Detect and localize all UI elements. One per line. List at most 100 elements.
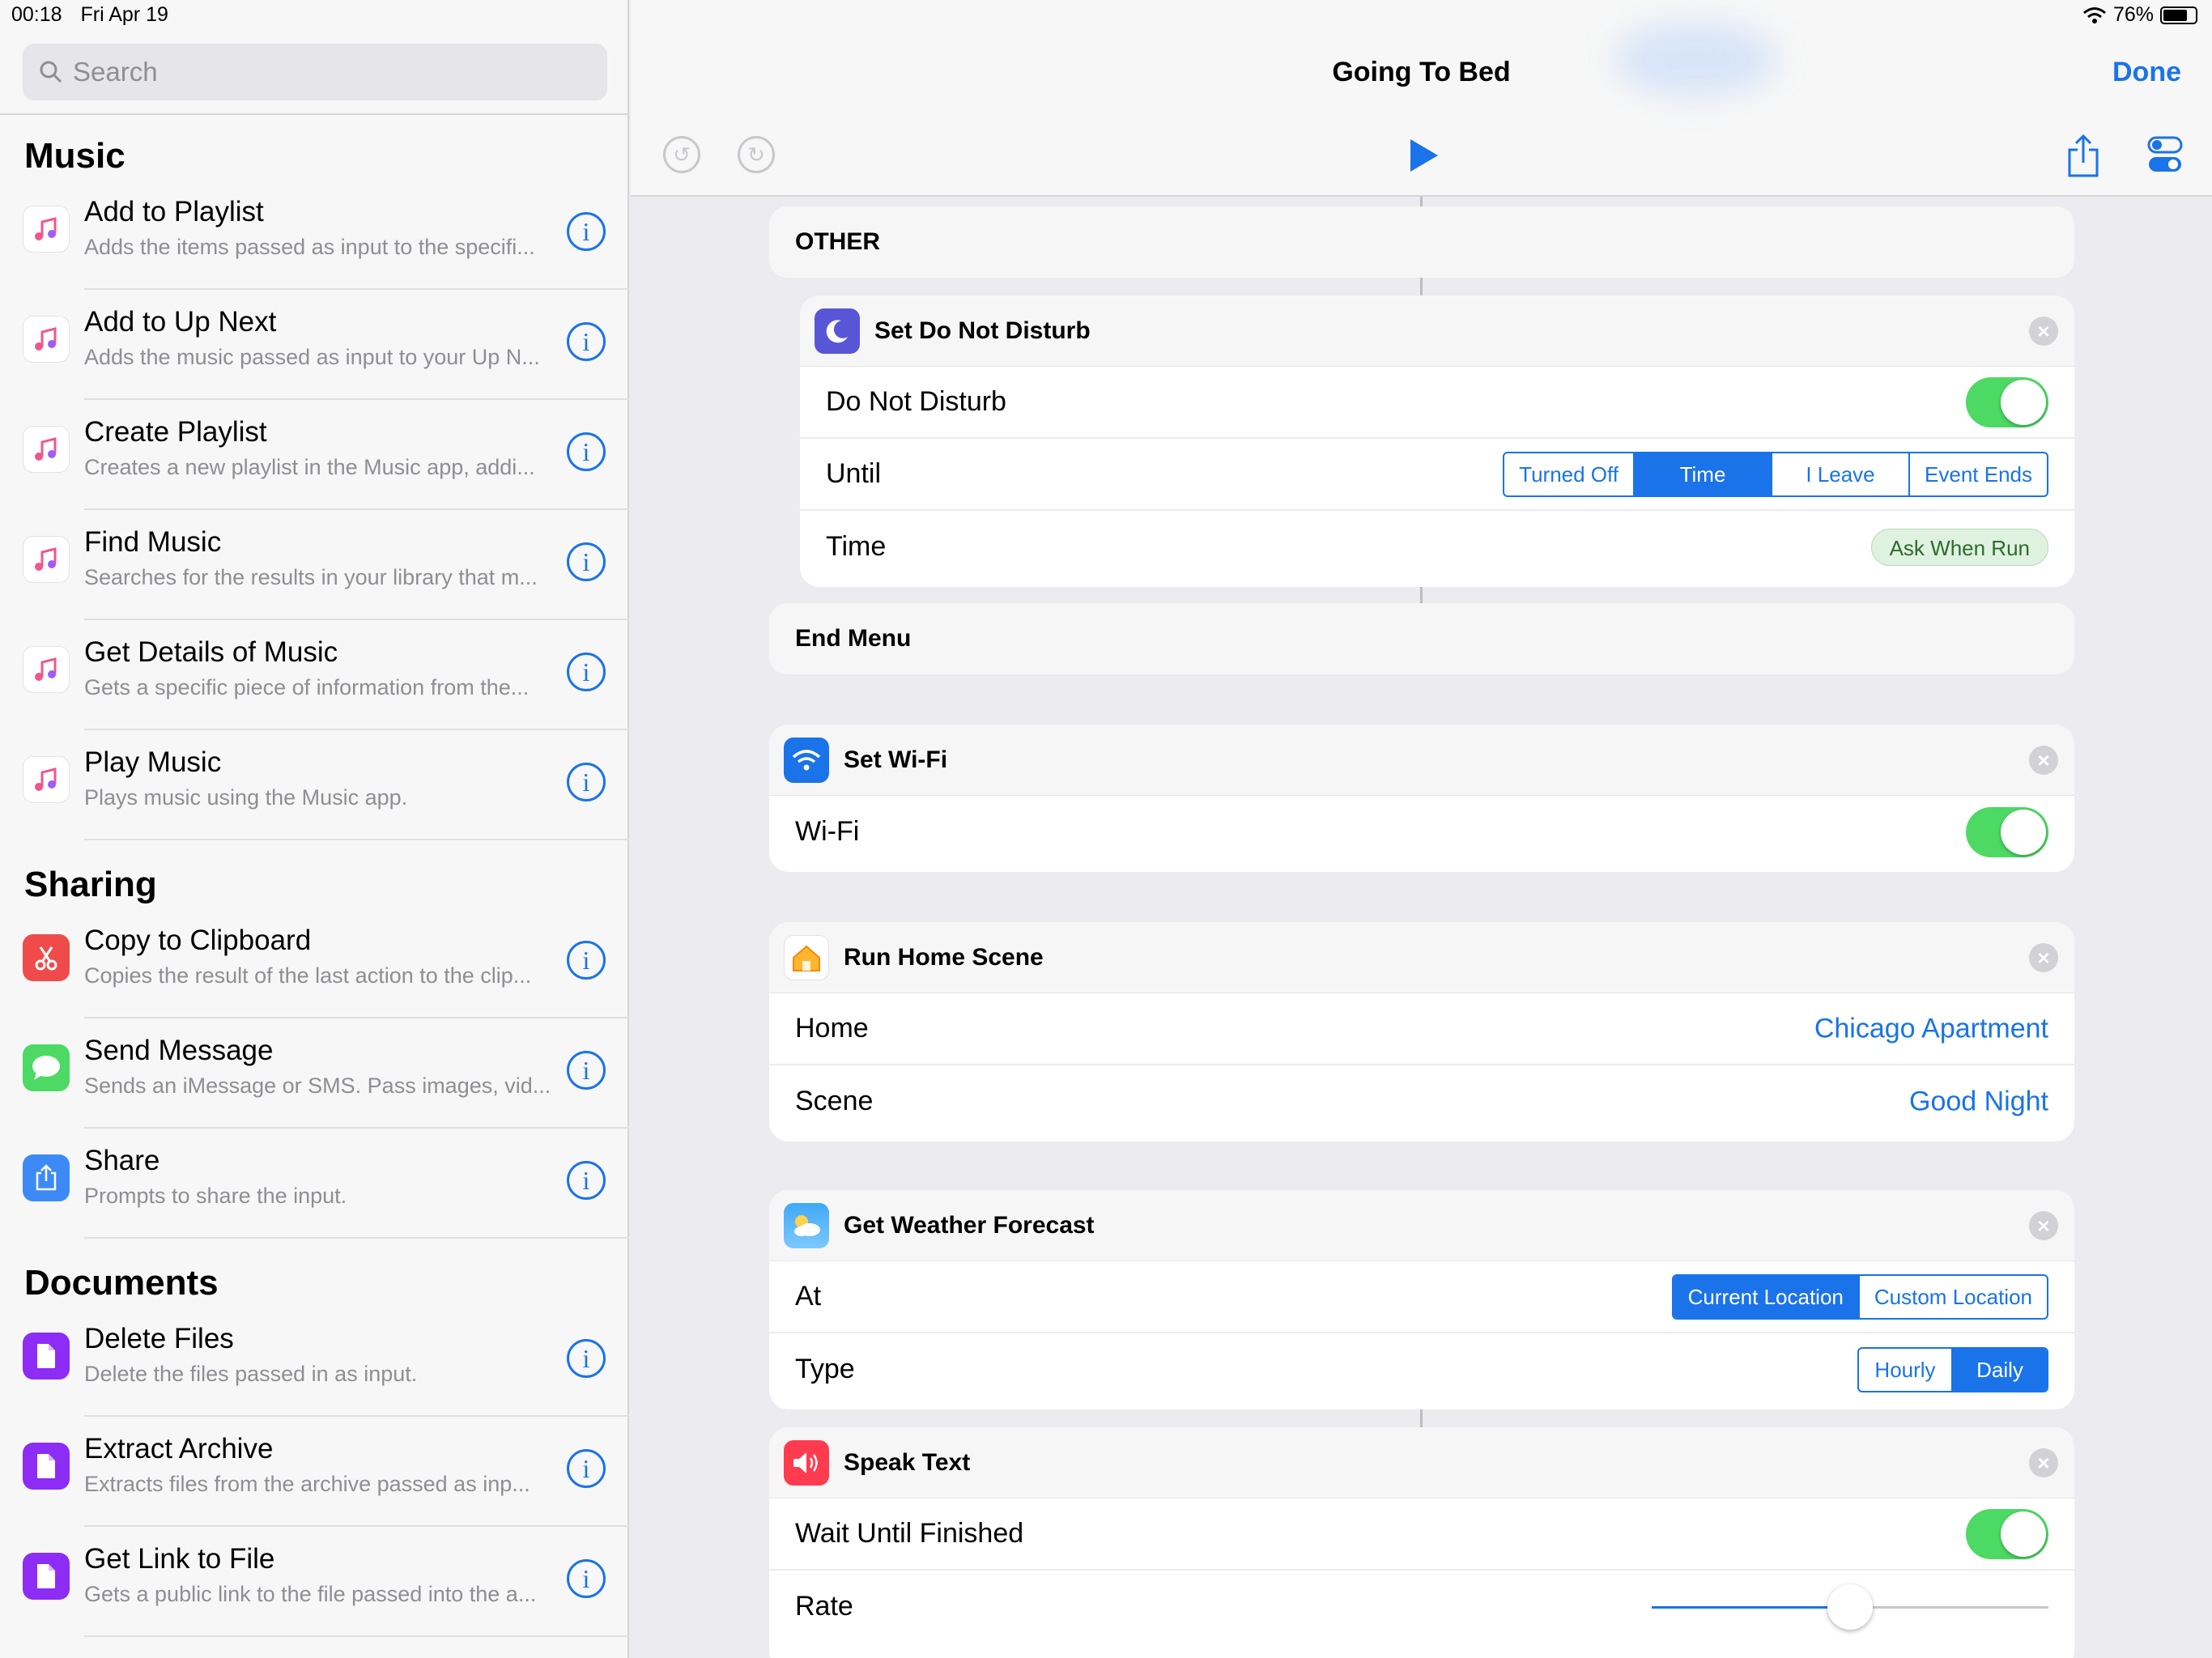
card-header: Set Wi-Fi ×: [769, 725, 2074, 796]
home-value[interactable]: Chicago Apartment: [1814, 1013, 2048, 1044]
slider-fill: [1652, 1605, 1850, 1609]
close-icon[interactable]: ×: [2029, 317, 2058, 346]
wifi-toggle[interactable]: [1966, 806, 2048, 857]
rate-slider[interactable]: [1652, 1583, 2048, 1631]
close-icon[interactable]: ×: [2029, 746, 2058, 775]
info-icon[interactable]: i: [567, 432, 606, 471]
action-title: Add to Up Next: [84, 306, 277, 338]
info-icon[interactable]: i: [567, 1051, 606, 1090]
home-row[interactable]: Home Chicago Apartment: [769, 993, 2074, 1065]
close-icon[interactable]: ×: [2029, 1211, 2058, 1240]
action-title: Get Details of Music: [84, 636, 338, 668]
wait-toggle[interactable]: [1966, 1508, 2048, 1559]
action-desc: Gets a public link to the file passed in…: [84, 1582, 537, 1606]
card-header: Speak Text ×: [769, 1427, 2074, 1499]
slider-knob[interactable]: [1827, 1584, 1873, 1630]
battery-percent: 76%: [2112, 3, 2154, 26]
share-icon: [23, 1154, 70, 1201]
action-desc: Gets a specific piece of information fro…: [84, 675, 530, 699]
card-header: Get Weather Forecast ×: [769, 1190, 2074, 1261]
action-delete-files[interactable]: Delete Files Delete the files passed in …: [0, 1307, 629, 1417]
action-find-music[interactable]: Find Music Searches for the results in y…: [0, 510, 629, 620]
dnd-toggle[interactable]: [1966, 376, 2048, 427]
row-label: Rate: [795, 1591, 853, 1622]
share-icon[interactable]: [2066, 134, 2100, 179]
card-title: Speak Text: [844, 1448, 971, 1476]
action-get-link-to-file[interactable]: Get Link to File Gets a public link to t…: [0, 1527, 629, 1637]
segment-event-ends[interactable]: Event Ends: [1910, 453, 2047, 495]
segment-i-leave[interactable]: I Leave: [1772, 453, 1911, 495]
connector-line: [1420, 197, 1423, 206]
other-menu-header[interactable]: OTHER: [769, 206, 2074, 278]
message-bubble-icon: [23, 1044, 70, 1091]
info-icon[interactable]: i: [567, 941, 606, 980]
card-header: Set Do Not Disturb ×: [800, 295, 2074, 367]
info-icon[interactable]: i: [567, 322, 606, 361]
until-segmented-control: Turned Off Time I Leave Event Ends: [1503, 451, 2048, 497]
segment-daily[interactable]: Daily: [1953, 1348, 2047, 1391]
action-share[interactable]: Share Prompts to share the input. i: [0, 1129, 629, 1239]
row-label: Do Not Disturb: [826, 386, 1006, 417]
action-desc: Prompts to share the input.: [84, 1184, 347, 1208]
action-desc: Searches for the results in your library…: [84, 565, 538, 589]
action-card-speak-text[interactable]: Speak Text × Wait Until Finished Rate: [769, 1427, 2074, 1658]
settings-toggle-icon[interactable]: [2147, 136, 2183, 173]
close-icon[interactable]: ×: [2029, 1448, 2058, 1477]
divider: [0, 113, 629, 115]
segment-custom-location[interactable]: Custom Location: [1860, 1276, 2047, 1318]
action-card-get-weather-forecast[interactable]: Get Weather Forecast × At Current Locati…: [769, 1190, 2074, 1409]
segment-turned-off[interactable]: Turned Off: [1504, 453, 1636, 495]
scene-row[interactable]: Scene Good Night: [769, 1065, 2074, 1137]
end-menu-block[interactable]: End Menu: [769, 603, 2074, 674]
action-card-set-do-not-disturb[interactable]: Set Do Not Disturb × Do Not Disturb Unti…: [800, 295, 2074, 587]
action-create-playlist[interactable]: Create Playlist Creates a new playlist i…: [0, 400, 629, 510]
card-title: Get Weather Forecast: [844, 1211, 1095, 1239]
action-card-run-home-scene[interactable]: Run Home Scene × Home Chicago Apartment …: [769, 922, 2074, 1141]
ask-when-run-token[interactable]: Ask When Run: [1870, 528, 2048, 566]
redo-icon[interactable]: ↻: [738, 136, 775, 173]
info-icon[interactable]: i: [567, 1449, 606, 1488]
info-icon[interactable]: i: [567, 653, 606, 691]
action-title: Send Message: [84, 1035, 274, 1066]
info-icon[interactable]: i: [567, 1161, 606, 1200]
time-row: Time Ask When Run: [800, 511, 2074, 583]
info-icon[interactable]: i: [567, 542, 606, 581]
action-add-to-playlist[interactable]: Add to Playlist Adds the items passed as…: [0, 180, 629, 290]
rate-row: Rate: [769, 1571, 2074, 1643]
action-copy-to-clipboard[interactable]: Copy to Clipboard Copies the result of t…: [0, 908, 629, 1018]
music-note-icon: [23, 316, 70, 363]
info-icon[interactable]: i: [567, 212, 606, 251]
action-desc: Sends an iMessage or SMS. Pass images, v…: [84, 1073, 551, 1098]
action-send-message[interactable]: Send Message Sends an iMessage or SMS. P…: [0, 1018, 629, 1129]
status-time: 00:18: [11, 3, 62, 26]
info-icon[interactable]: i: [567, 763, 606, 801]
search-input[interactable]: Search: [23, 44, 607, 100]
play-icon[interactable]: [1407, 138, 1440, 173]
segment-time[interactable]: Time: [1635, 453, 1773, 495]
status-bar-left: 00:18 Fri Apr 19: [11, 3, 181, 27]
wifi-icon: [784, 737, 829, 783]
scene-value[interactable]: Good Night: [1909, 1086, 2048, 1117]
search-icon: [40, 61, 62, 83]
action-get-details-of-music[interactable]: Get Details of Music Gets a specific pie…: [0, 620, 629, 730]
action-extract-archive[interactable]: Extract Archive Extracts files from the …: [0, 1417, 629, 1527]
wifi-icon: [2082, 6, 2106, 23]
info-icon[interactable]: i: [567, 1559, 606, 1598]
document-icon: [23, 1333, 70, 1380]
segment-current-location[interactable]: Current Location: [1673, 1275, 1860, 1318]
action-card-set-wifi[interactable]: Set Wi-Fi × Wi-Fi: [769, 725, 2074, 872]
close-icon[interactable]: ×: [2029, 943, 2058, 972]
speaker-icon: [784, 1439, 829, 1486]
undo-icon[interactable]: ↺: [663, 136, 700, 173]
action-play-music[interactable]: Play Music Plays music using the Music a…: [0, 730, 629, 840]
info-icon[interactable]: i: [567, 1339, 606, 1378]
segment-hourly[interactable]: Hourly: [1859, 1348, 1953, 1391]
done-button[interactable]: Done: [2112, 57, 2181, 88]
type-row: Type Hourly Daily: [769, 1333, 2074, 1405]
action-add-to-up-next[interactable]: Add to Up Next Adds the music passed as …: [0, 290, 629, 400]
scissors-icon: [23, 934, 70, 981]
row-label: Type: [795, 1354, 855, 1384]
action-desc: Extracts files from the archive passed a…: [84, 1472, 530, 1496]
search-placeholder: Search: [73, 57, 158, 87]
card-title: Run Home Scene: [844, 943, 1044, 971]
